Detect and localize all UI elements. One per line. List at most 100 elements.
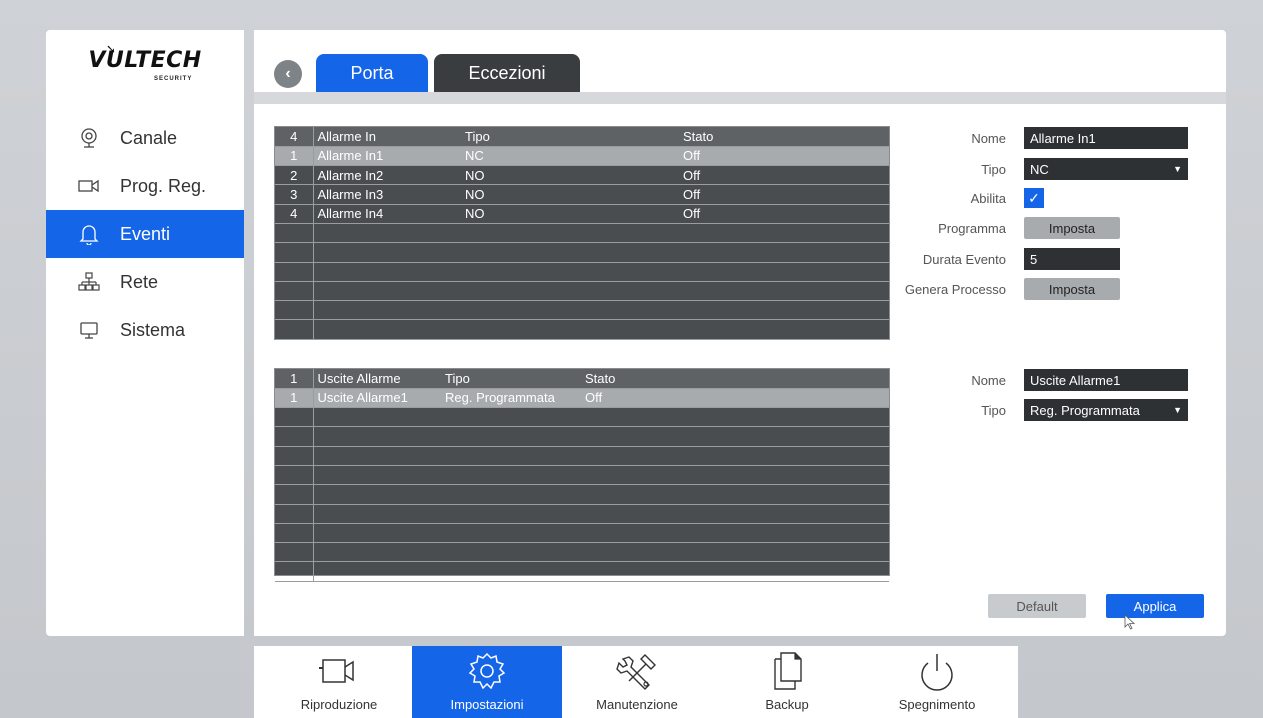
- empty-row: [275, 446, 889, 466]
- tools-icon: [615, 651, 659, 691]
- header-count: 1: [275, 369, 314, 389]
- sidebar-item-label: Eventi: [120, 223, 171, 244]
- tab-eccezioni[interactable]: Eccezioni: [434, 54, 580, 92]
- sidebar-item-prog-reg[interactable]: Prog. Reg.: [46, 162, 244, 210]
- table-header-row: 4 Allarme In Tipo Stato: [275, 127, 889, 147]
- tab-porta[interactable]: Porta: [316, 54, 428, 92]
- camera-icon: [78, 127, 100, 149]
- abilita-checkbox[interactable]: ✓: [1024, 188, 1044, 208]
- row-type: NC: [461, 146, 679, 167]
- form-row-durata: Durata Evento 5: [894, 247, 1226, 271]
- bottom-item-spegnimento[interactable]: Spegnimento: [862, 646, 1012, 718]
- main-panel: ‹ Porta Eccezioni 4 Allarme In Tipo Stat…: [254, 30, 1226, 636]
- alarm-in-table: 4 Allarme In Tipo Stato 1 Allarme In1 NC…: [274, 126, 890, 340]
- header-name: Allarme In: [313, 127, 461, 147]
- bottom-item-impostazioni[interactable]: Impostazioni: [412, 646, 562, 718]
- form-row-uscita-nome: Nome Uscite Allarme1: [894, 368, 1226, 392]
- sidebar-item-label: Prog. Reg.: [120, 175, 207, 196]
- table-row[interactable]: 1 Uscite Allarme1 Reg. Programmata Off: [275, 388, 889, 409]
- uscita-nome-label: Nome: [971, 372, 1006, 388]
- table-header-row: 1 Uscite Allarme Tipo Stato: [275, 369, 889, 389]
- sidebar-item-canale[interactable]: Canale: [46, 114, 244, 162]
- empty-row: [275, 426, 889, 447]
- sidebar: ➘ VULTECH SECURITY Canale Prog. Reg. Eve…: [46, 30, 244, 636]
- video-icon: [78, 175, 100, 197]
- empty-row: [275, 484, 889, 505]
- programma-imposta-button[interactable]: Imposta: [1024, 217, 1120, 239]
- empty-row: [275, 262, 889, 282]
- empty-row: [275, 465, 889, 486]
- table-row[interactable]: 1 Allarme In1 NC Off: [275, 146, 889, 167]
- settings-form: Nome Allarme In1 Tipo NC ▼ Abilita ✓ Pro…: [894, 30, 1226, 636]
- empty-row: [275, 542, 889, 563]
- empty-row: [275, 242, 889, 263]
- durata-label: Durata Evento: [922, 251, 1006, 267]
- default-button[interactable]: Default: [988, 594, 1086, 618]
- empty-row: [275, 407, 889, 428]
- uscita-tipo-select-value: Reg. Programmata: [1030, 402, 1140, 418]
- row-name: Allarme In4: [313, 204, 461, 224]
- nome-input[interactable]: Allarme In1: [1024, 127, 1188, 149]
- row-state: Off: [679, 165, 889, 186]
- bottom-item-riproduzione[interactable]: Riproduzione: [264, 646, 414, 718]
- caret-down-icon: ▼: [1173, 405, 1182, 415]
- empty-row: [275, 523, 889, 544]
- playback-camera-icon: [317, 651, 361, 691]
- tipo-label: Tipo: [981, 161, 1006, 177]
- sidebar-item-eventi[interactable]: Eventi: [46, 210, 244, 258]
- header-type: Tipo: [441, 369, 581, 389]
- header-name: Uscite Allarme: [313, 369, 441, 389]
- form-row-nome: Nome Allarme In1: [894, 126, 1226, 150]
- sidebar-item-rete[interactable]: Rete: [46, 258, 244, 306]
- programma-label: Programma: [938, 220, 1006, 236]
- row-type: Reg. Programmata: [441, 388, 581, 409]
- row-name: Allarme In1: [313, 146, 461, 167]
- bottom-item-label: Riproduzione: [300, 697, 378, 712]
- alarm-out-table: 1 Uscite Allarme Tipo Stato 1 Uscite All…: [274, 368, 890, 582]
- bottom-item-backup[interactable]: Backup: [712, 646, 862, 718]
- sidebar-item-label: Sistema: [120, 319, 186, 340]
- row-index: 2: [275, 165, 314, 186]
- genera-imposta-button[interactable]: Imposta: [1024, 278, 1120, 300]
- bottom-item-manutenzione[interactable]: Manutenzione: [562, 646, 712, 718]
- row-name: Allarme In3: [313, 184, 461, 205]
- form-row-tipo: Tipo NC ▼: [894, 157, 1226, 181]
- backup-files-icon: [765, 651, 809, 691]
- bottom-item-label: Impostazioni: [450, 697, 524, 712]
- durata-input[interactable]: 5: [1024, 248, 1120, 270]
- back-button[interactable]: ‹: [274, 60, 302, 88]
- settings-gear-icon: [465, 651, 509, 691]
- row-type: NO: [461, 184, 679, 205]
- table-row[interactable]: 3 Allarme In3 NO Off: [275, 184, 889, 205]
- mouse-cursor-icon: [1124, 614, 1136, 630]
- table-row[interactable]: 2 Allarme In2 NO Off: [275, 165, 889, 186]
- tipo-select[interactable]: NC ▼: [1024, 158, 1188, 180]
- monitor-icon: [78, 319, 100, 341]
- row-state: Off: [679, 204, 889, 224]
- bottom-item-label: Spegnimento: [898, 697, 976, 712]
- row-state: Off: [679, 184, 889, 205]
- empty-row: [275, 223, 889, 244]
- checkmark-icon: ✓: [1028, 189, 1040, 206]
- table-row[interactable]: 4 Allarme In4 NO Off: [275, 204, 889, 224]
- caret-down-icon: ▼: [1173, 164, 1182, 174]
- tipo-select-value: NC: [1030, 161, 1049, 177]
- form-row-genera: Genera Processo Imposta: [894, 277, 1226, 301]
- row-type: NO: [461, 204, 679, 224]
- header-state: Stato: [679, 127, 889, 147]
- brand-logo: VULTECH: [88, 48, 202, 73]
- uscita-tipo-select[interactable]: Reg. Programmata ▼: [1024, 399, 1188, 421]
- form-row-programma: Programma Imposta: [894, 216, 1226, 240]
- network-icon: [78, 271, 100, 293]
- sidebar-item-label: Canale: [120, 127, 178, 148]
- abilita-label: Abilita: [970, 190, 1006, 206]
- row-index: 1: [275, 388, 314, 409]
- sidebar-item-sistema[interactable]: Sistema: [46, 306, 244, 354]
- header-count: 4: [275, 127, 314, 147]
- row-index: 1: [275, 146, 314, 167]
- sidebar-nav: Canale Prog. Reg. Eventi Rete Sistema: [46, 114, 244, 354]
- apply-button[interactable]: Applica: [1106, 594, 1204, 618]
- uscita-nome-input[interactable]: Uscite Allarme1: [1024, 369, 1188, 391]
- empty-row: [275, 281, 889, 302]
- row-state: Off: [581, 388, 889, 409]
